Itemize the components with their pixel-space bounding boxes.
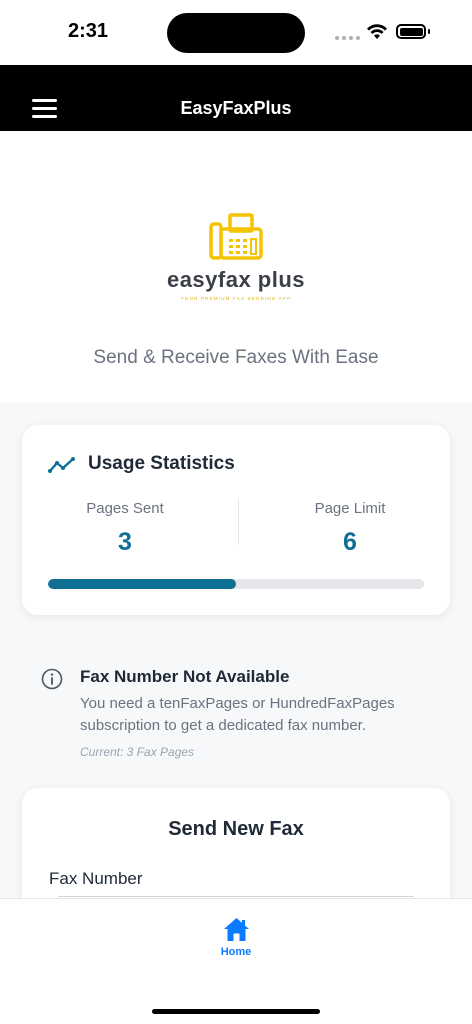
- fax-number-label: Fax Number: [49, 869, 143, 888]
- nav-title: EasyFaxPlus: [180, 98, 292, 118]
- battery-icon: [396, 24, 426, 39]
- home-indicator: [152, 1009, 320, 1014]
- tab-home-label: Home: [220, 946, 252, 958]
- pages-sent-value: 3: [118, 528, 132, 556]
- logo-text: easyfax plus: [166, 267, 306, 292]
- tab-home[interactable]: Home: [206, 917, 266, 963]
- dynamic-island: [167, 13, 305, 53]
- send-fax-title: Send New Fax: [168, 818, 304, 840]
- usage-progress-bar: [48, 579, 424, 589]
- page-limit-value: 6: [343, 528, 357, 556]
- info-circle-icon: [41, 668, 63, 690]
- notice-title: Fax Number Not Available: [80, 667, 290, 686]
- page-limit-label: Page Limit: [314, 500, 386, 517]
- stats-divider: [238, 499, 239, 545]
- usage-statistics-title: Usage Statistics: [88, 453, 235, 474]
- notice-current-plan: Current: 3 Fax Pages: [80, 745, 195, 759]
- fax-machine-icon: [209, 213, 263, 260]
- usage-progress-fill: [48, 579, 236, 589]
- notice-text: You need a tenFaxPages or HundredFaxPage…: [80, 695, 395, 734]
- trend-line-icon: [48, 457, 75, 473]
- home-icon: [224, 918, 249, 941]
- battery-cap: [428, 29, 430, 34]
- status-time: 2:31: [68, 20, 109, 42]
- logo-tagline: YOUR PREMIUM FAX SENDING APP: [180, 296, 292, 301]
- cellular-signal-icon: [335, 36, 360, 40]
- hero-subtitle: Send & Receive Faxes With Ease: [93, 347, 379, 368]
- pages-sent-label: Pages Sent: [86, 500, 164, 517]
- wifi-icon: [367, 24, 387, 39]
